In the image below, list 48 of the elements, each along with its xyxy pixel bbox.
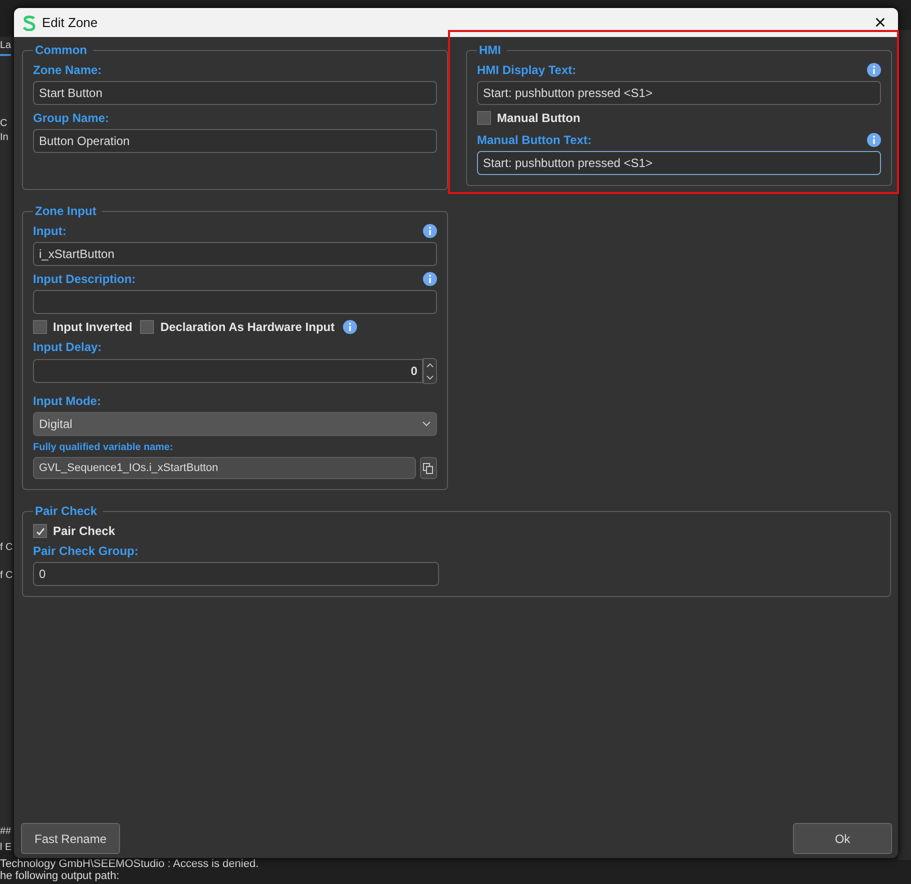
field-label: Group Name: [33,111,110,125]
copy-icon [423,462,434,474]
text-field[interactable]: Start Button [33,81,437,105]
background-text: C [0,118,8,129]
field-label: Input Mode: [33,394,102,408]
background-tab[interactable]: La [0,40,12,56]
field-label: Manual Button Text: [477,133,592,147]
field-label: HMI Display Text: [477,63,576,77]
background-text: f C [0,542,13,553]
output-text: l E [0,842,12,853]
checkbox[interactable]: Declaration As Hardware Input [140,320,335,334]
group-title: Pair Check [34,504,98,518]
text-field[interactable] [33,290,437,314]
field-label: Input Delay: [33,340,103,354]
text-field[interactable]: 0 [33,562,439,586]
chevron-down-icon [426,374,434,380]
output-text: he following output path: [0,870,120,882]
app-logo-icon [22,14,36,30]
ok-button[interactable]: Ok [793,823,892,854]
group-title: HMI [478,43,502,57]
copy-button[interactable] [420,457,437,479]
fast-rename-button[interactable]: Fast Rename [21,823,120,854]
output-text: Technology GmbH\SEEMOStudio : Access is denied. [0,858,259,870]
field-label: Input Description: [33,272,136,286]
text-field[interactable]: Start: pushbutton pressed <S1> [477,81,881,105]
group-title: Zone Input [34,204,98,218]
checkbox[interactable]: Manual Button [477,111,580,125]
mode-dropdown[interactable]: Digital [33,412,437,436]
close-button[interactable]: × [870,12,890,32]
background-text: In [0,132,8,143]
chevron-down-icon [422,421,431,427]
group-title: Common [34,43,88,57]
field-label: Fully qualified variable name: [33,442,174,453]
checkbox[interactable]: Pair Check [33,524,116,538]
chevron-up-icon [426,362,434,368]
number-field[interactable]: 0 [33,359,424,383]
field-label: Input: [33,224,66,238]
output-text: ## [0,826,12,837]
text-field[interactable]: Button Operation [33,129,437,153]
text-field[interactable]: i_xStartButton [33,242,437,266]
text-field[interactable]: GVL_Sequence1_IOs.i_xStartButton [33,457,416,479]
checkbox[interactable]: Input Inverted [33,320,132,334]
background-text: f C [0,570,13,581]
field-label: Zone Name: [33,63,102,77]
field-label: Pair Check Group: [33,544,140,558]
checkmark-icon [36,526,44,536]
window-title: Edit Zone [42,15,99,30]
text-field[interactable]: Start: pushbutton pressed <S1> [477,151,881,175]
